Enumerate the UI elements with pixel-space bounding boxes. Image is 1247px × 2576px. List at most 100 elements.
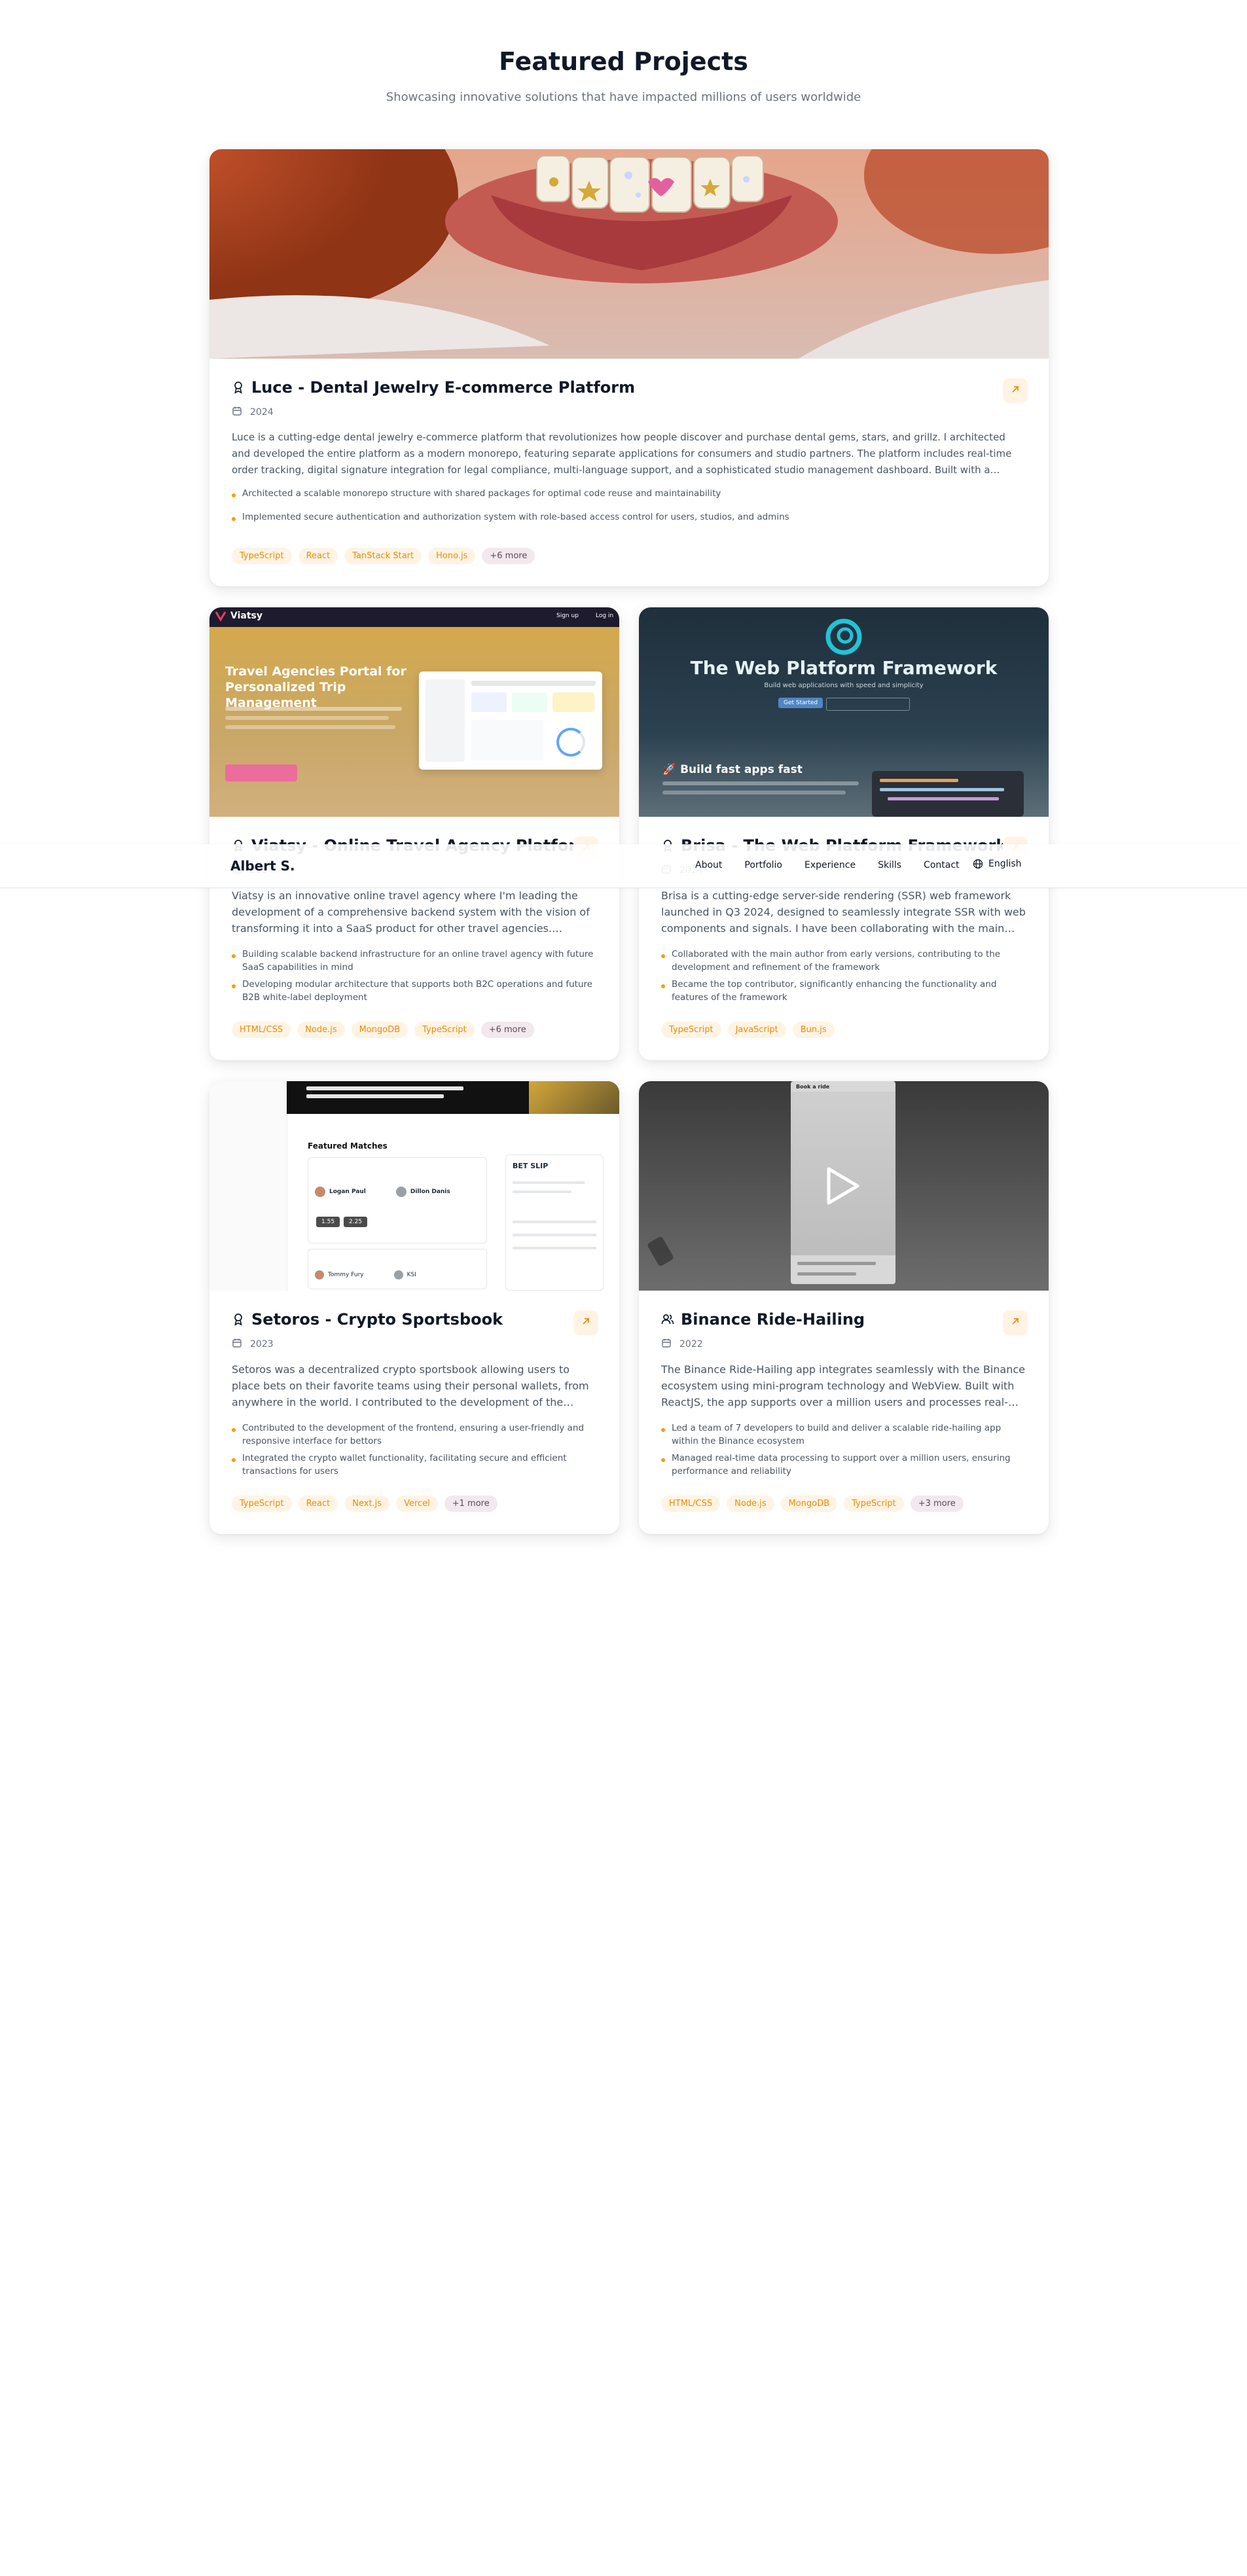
image-subheadline: Build web applications with speed and si… [764, 682, 924, 689]
highlight-item: Developing modular architecture that sup… [232, 978, 597, 1004]
project-year: 2022 [679, 1339, 703, 1350]
highlight-item: Contributed to the development of the fr… [232, 1422, 597, 1448]
tech-tags: HTML/CSS Node.js MongoDB TypeScript +3 m… [661, 1495, 1026, 1512]
play-icon[interactable] [825, 1166, 861, 1206]
calendar-icon [232, 406, 245, 419]
users-icon [661, 1313, 674, 1326]
highlight-item: Managed real-time data processing to sup… [661, 1452, 1026, 1478]
tech-tag[interactable]: TypeScript [232, 1495, 292, 1512]
highlight-item: Became the top contributor, significantl… [661, 978, 1026, 1004]
more-tags-badge[interactable]: +1 more [444, 1495, 497, 1512]
tech-tag[interactable]: Node.js [297, 1022, 345, 1038]
project-title: Setoros - Crypto Sportsbook [251, 1310, 503, 1329]
tech-tag[interactable]: HTML/CSS [232, 1022, 291, 1038]
image-nav-signup: Sign up [556, 613, 579, 619]
image-odds-b: 2.25 [344, 1217, 368, 1227]
nav-link-contact[interactable]: Contact [924, 860, 959, 870]
tech-tag[interactable]: TanStack Start [344, 548, 422, 564]
tech-tag[interactable]: MongoDB [351, 1022, 408, 1038]
image-odds-a: 1.55 [316, 1217, 340, 1227]
image-heading: Featured Matches [308, 1141, 388, 1151]
image-cta: Get Started [778, 698, 823, 708]
tech-tag[interactable]: React [298, 548, 338, 564]
project-year: 2023 [250, 1339, 274, 1350]
project-image-viatsy: Viatsy Sign up Log in Travel Agencies Po… [209, 607, 619, 817]
project-card-setoros: Featured Matches Logan Paul Dillon Danis… [209, 1081, 619, 1534]
nav-link-experience[interactable]: Experience [804, 860, 856, 870]
highlight-item: Led a team of 7 developers to build and … [661, 1422, 1026, 1448]
tech-tags: HTML/CSS Node.js MongoDB TypeScript +6 m… [232, 1022, 597, 1038]
project-highlights: Building scalable backend infrastructure… [232, 948, 597, 1014]
tech-tag[interactable]: TypeScript [844, 1495, 904, 1512]
section-title: Featured Projects [499, 47, 748, 76]
tech-tags: TypeScript React TanStack Start Hono.js … [232, 548, 1026, 564]
highlight-item: Collaborated with the main author from e… [661, 948, 1026, 974]
more-tags-badge[interactable]: +6 more [482, 548, 535, 564]
project-card-brisa: The Web Platform Framework Build web app… [639, 607, 1049, 1060]
tech-tag[interactable]: HTML/CSS [661, 1495, 721, 1512]
project-image-luce [209, 149, 1049, 359]
arrow-up-right-icon [1010, 1316, 1021, 1329]
open-project-button[interactable] [1003, 378, 1028, 403]
project-image-setoros: Featured Matches Logan Paul Dillon Danis… [209, 1081, 619, 1291]
highlight-item: Integrated the crypto wallet functionali… [232, 1452, 597, 1478]
project-highlights: Contributed to the development of the fr… [232, 1422, 597, 1488]
tech-tag[interactable]: TypeScript [232, 548, 292, 564]
brand-logo[interactable]: Albert S. [230, 858, 295, 874]
project-highlights: Collaborated with the main author from e… [661, 948, 1026, 1014]
image-team-b: Dillon Danis [410, 1189, 450, 1195]
project-title: Binance Ride-Hailing [681, 1310, 865, 1329]
nav-link-portfolio[interactable]: Portfolio [744, 860, 782, 870]
arrow-up-right-icon [581, 1316, 591, 1329]
open-project-button[interactable] [573, 1310, 598, 1335]
calendar-icon [232, 1338, 245, 1351]
tech-tags: TypeScript JavaScript Bun.js [661, 1022, 1026, 1038]
highlight-item: Architected a scalable monorepo structur… [232, 487, 1026, 500]
tech-tag[interactable]: Next.js [344, 1495, 390, 1512]
project-description: Luce is a cutting-edge dental jewelry e-… [232, 431, 1012, 476]
globe-icon [973, 859, 983, 869]
tech-tag[interactable]: JavaScript [727, 1022, 786, 1038]
highlight-item: Building scalable backend infrastructure… [232, 948, 597, 974]
project-year: 2024 [250, 407, 274, 418]
tech-tag[interactable]: MongoDB [780, 1495, 838, 1512]
open-project-button[interactable] [1003, 1310, 1028, 1335]
image-logo-text: Viatsy [230, 611, 262, 621]
project-description: The Binance Ride-Hailing app integrates … [661, 1363, 1026, 1408]
image-headline: Travel Agencies Portal for Personalized … [225, 664, 407, 710]
award-icon [232, 1313, 245, 1326]
tech-tag[interactable]: TypeScript [661, 1022, 721, 1038]
project-description: Brisa is a cutting-edge server-side rend… [661, 889, 1026, 935]
tech-tag[interactable]: Vercel [396, 1495, 438, 1512]
image-nav-login: Log in [596, 613, 614, 619]
highlight-item: Implemented secure authentication and au… [232, 510, 1026, 524]
project-description: Setoros was a decentralized crypto sport… [232, 1363, 589, 1408]
tech-tag[interactable]: Bun.js [792, 1022, 835, 1038]
tech-tag[interactable]: React [298, 1495, 338, 1512]
image-team-d: KSI [407, 1272, 416, 1278]
project-card-luce: Luce - Dental Jewelry E-commerce Platfor… [209, 149, 1049, 586]
award-icon [232, 381, 245, 394]
tech-tag[interactable]: Hono.js [428, 548, 476, 564]
brisa-logo-icon [825, 618, 863, 656]
project-card-viatsy: Viatsy Sign up Log in Travel Agencies Po… [209, 607, 619, 1060]
project-description: Viatsy is an innovative online travel ag… [232, 889, 590, 935]
tech-tag[interactable]: TypeScript [414, 1022, 475, 1038]
nav-link-skills[interactable]: Skills [878, 860, 901, 870]
image-feature: 🚀 Build fast apps fast [662, 763, 803, 776]
language-switcher[interactable]: English [973, 859, 1022, 869]
section-subtitle: Showcasing innovative solutions that hav… [386, 90, 861, 104]
project-title: Luce - Dental Jewelry E-commerce Platfor… [251, 378, 636, 397]
more-tags-badge[interactable]: +3 more [910, 1495, 964, 1512]
top-navbar: Albert S. About Portfolio Experience Ski… [0, 844, 1247, 888]
image-bet-slip: BET SLIP [513, 1162, 549, 1170]
more-tags-badge[interactable]: +6 more [480, 1022, 534, 1038]
viatsy-logo-icon [215, 610, 226, 622]
image-team-c: Tommy Fury [328, 1272, 364, 1278]
language-label: English [988, 859, 1022, 869]
tech-tags: TypeScript React Next.js Vercel +1 more [232, 1495, 597, 1512]
calendar-icon [661, 1338, 674, 1351]
nav-link-about[interactable]: About [695, 860, 722, 870]
tech-tag[interactable]: Node.js [727, 1495, 774, 1512]
project-video-binance[interactable]: Book a ride [639, 1081, 1049, 1291]
